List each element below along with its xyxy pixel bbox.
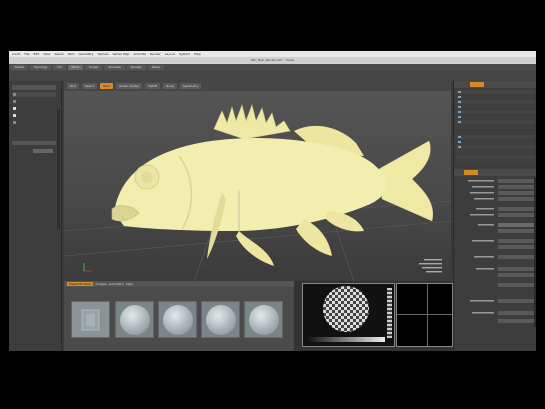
- property-labels: [468, 180, 494, 314]
- item-list-and-properties: [454, 81, 536, 327]
- window-title: fish_final_Render.lxo* - modo: [250, 58, 295, 62]
- tab-shader-tree[interactable]: [470, 82, 484, 87]
- brush-preset-1[interactable]: [115, 301, 154, 338]
- checkbox-icon[interactable]: [13, 100, 16, 103]
- brush-preset-2[interactable]: [158, 301, 197, 338]
- tab-paint[interactable]: Paint: [67, 65, 83, 70]
- menu-geometry[interactable]: Geometry: [79, 52, 94, 56]
- shader-tree-list[interactable]: [456, 90, 535, 164]
- menu-item[interactable]: Item: [68, 52, 75, 56]
- tab-properties[interactable]: [464, 170, 478, 175]
- menu-select[interactable]: Select: [54, 52, 63, 56]
- viewport-info-readout: [419, 259, 442, 273]
- properties-scrollbar[interactable]: [534, 177, 536, 327]
- tab-sculpt[interactable]: Sculpt: [84, 65, 103, 70]
- menu-view[interactable]: View: [43, 52, 50, 56]
- tool-row[interactable]: [12, 92, 56, 97]
- preview-scroll-strip[interactable]: [387, 288, 392, 338]
- checkbox-icon[interactable]: [13, 114, 16, 117]
- viewport-scene: [64, 103, 451, 281]
- tab-preset-browser[interactable]: Preset Browser: [67, 282, 94, 286]
- preset-browser: [64, 287, 294, 351]
- checkbox-icon[interactable]: [13, 93, 16, 96]
- layout-tabs-bar: Model Topology UV Paint Sculpt Animate R…: [9, 64, 536, 71]
- brush-preview-sphere: [323, 286, 369, 332]
- folder-icon: [81, 309, 100, 331]
- tab-setup[interactable]: Setup: [147, 65, 165, 70]
- tab-animate[interactable]: Animate: [104, 65, 125, 70]
- world-axis-icon: [83, 263, 92, 272]
- texture-preview-panel[interactable]: [396, 283, 453, 347]
- tab-animation[interactable]: Animation: [108, 282, 123, 286]
- title-bar: fish_final_Render.lxo* - modo: [9, 57, 536, 64]
- secondary-toolbar: [9, 71, 536, 81]
- left-panel-controls: [12, 85, 60, 229]
- bottom-panel: Preset Browser Images Animation Clips: [64, 281, 453, 351]
- tool-property-field[interactable]: [33, 149, 53, 153]
- item-list-tabs[interactable]: [454, 81, 536, 88]
- fish-model[interactable]: [111, 103, 434, 266]
- menu-animate[interactable]: Animate: [133, 52, 146, 56]
- checkbox-icon[interactable]: [13, 107, 16, 110]
- menu-vertex-map[interactable]: Vertex Map: [113, 52, 130, 56]
- panel-scrollbar[interactable]: [57, 109, 60, 229]
- tab-images[interactable]: Images: [95, 282, 106, 286]
- menu-help[interactable]: Help: [194, 52, 201, 56]
- left-tool-panel: [9, 81, 62, 351]
- brush-preset-4[interactable]: [244, 301, 283, 338]
- tab-render[interactable]: Render: [126, 65, 146, 70]
- tab-uv[interactable]: UV: [53, 65, 66, 70]
- tab-clips[interactable]: Clips: [126, 282, 133, 286]
- 3d-viewport[interactable]: Tool Select Item Action Center Falloff S…: [64, 81, 451, 281]
- menu-layout[interactable]: Layout: [165, 52, 175, 56]
- tool-property-row[interactable]: [12, 141, 56, 145]
- menu-file[interactable]: File: [25, 52, 30, 56]
- menu-modo[interactable]: modo: [12, 52, 21, 56]
- tab-topology[interactable]: Topology: [30, 65, 52, 70]
- checkbox-icon[interactable]: [13, 121, 16, 124]
- brush-preset-3[interactable]: [201, 301, 240, 338]
- falloff-gradient-bar[interactable]: [307, 337, 385, 342]
- menu-render[interactable]: Render: [150, 52, 161, 56]
- tool-tab-paint[interactable]: [12, 85, 56, 90]
- menu-edit[interactable]: Edit: [34, 52, 40, 56]
- right-properties-panel: [453, 81, 536, 351]
- property-fields[interactable]: [498, 179, 534, 323]
- menu-system[interactable]: System: [179, 52, 190, 56]
- tab-model[interactable]: Model: [11, 65, 29, 70]
- modo-application-window: modo File Edit View Select Item Geometry…: [9, 51, 536, 351]
- menu-texture[interactable]: Texture: [98, 52, 109, 56]
- preview-divider: [427, 284, 428, 346]
- eye-visibility-icon[interactable]: [458, 91, 461, 148]
- brush-preview-panel[interactable]: [302, 283, 395, 347]
- preset-folder-thumbnail[interactable]: [71, 301, 110, 338]
- preview-divider: [397, 314, 452, 315]
